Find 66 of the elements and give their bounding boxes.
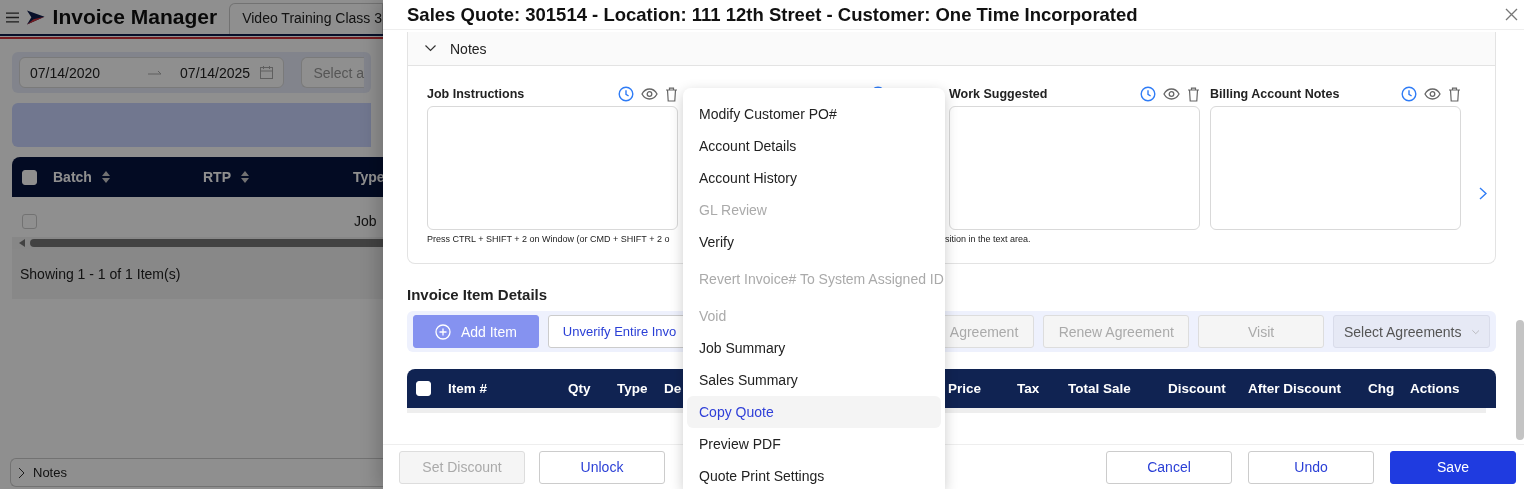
menu-item[interactable]: Modify Customer PO#: [687, 98, 941, 130]
column-header: After Discount: [1248, 381, 1341, 396]
scroll-left-icon[interactable]: [19, 239, 25, 247]
eye-icon[interactable]: [1163, 88, 1180, 100]
scrollbar[interactable]: [1516, 320, 1524, 440]
scrollbar[interactable]: [12, 237, 383, 249]
field-label: Work Suggested: [949, 87, 1048, 101]
column-header: Discount: [1168, 381, 1226, 396]
calendar-icon[interactable]: [260, 66, 274, 79]
column-header[interactable]: Batch: [53, 169, 92, 185]
clock-icon[interactable]: [1140, 86, 1156, 102]
footer-button[interactable]: Unlock: [539, 450, 665, 484]
clock-icon[interactable]: [1401, 86, 1417, 102]
chevron-down-icon: [1471, 328, 1479, 335]
plus-icon: [434, 323, 451, 340]
menu-item[interactable]: Account Details: [687, 130, 941, 162]
sort-icon[interactable]: [101, 171, 110, 183]
field-label: Billing Account Notes: [1210, 87, 1340, 101]
sort-icon[interactable]: [241, 171, 249, 183]
column-header: Chg: [1368, 381, 1395, 396]
menu-item[interactable]: Account History: [687, 162, 941, 194]
column-header: Type: [617, 381, 648, 396]
menu-item[interactable]: Preview PDF: [687, 428, 941, 460]
table-cell: Job: [353, 213, 377, 229]
trash-icon[interactable]: [1448, 86, 1461, 102]
menu-item[interactable]: Copy Quote: [687, 396, 941, 428]
trash-icon[interactable]: [1187, 86, 1200, 102]
column-header: Tax: [1017, 381, 1040, 396]
footer-button[interactable]: Cancel: [1106, 450, 1232, 484]
chevron-right-icon[interactable]: [1479, 186, 1487, 200]
footer-button[interactable]: Save: [1390, 450, 1516, 484]
field-label: Job Instructions: [427, 87, 525, 101]
column-header: Price: [948, 381, 982, 396]
eye-icon[interactable]: [1424, 88, 1441, 100]
footer-button[interactable]: Undo: [1248, 450, 1374, 484]
date-range-field[interactable]: 07/14/2020 07/14/2025: [19, 57, 285, 88]
checkbox[interactable]: [22, 213, 37, 229]
close-icon[interactable]: [1505, 8, 1518, 21]
section-title: Invoice Item Details: [407, 286, 549, 305]
select-dropdown[interactable]: Select Agreements: [1333, 315, 1490, 348]
column-header: Total Sale: [1068, 381, 1131, 396]
section-title: Notes: [450, 40, 487, 57]
eye-icon[interactable]: [641, 88, 658, 100]
end-date: 07/14/2025: [180, 64, 251, 81]
menu-item[interactable]: Sales Summary: [687, 364, 941, 396]
notes-field[interactable]: [1210, 106, 1461, 230]
menu-icon[interactable]: [6, 9, 20, 25]
column-header[interactable]: RTP: [203, 169, 231, 185]
hint-text: Press CTRL + SHIFT + 2 on Window (or CMD + SHIFT + 2 o: [427, 234, 671, 244]
menu-item[interactable]: Quote Print Settings: [687, 460, 941, 489]
notes-bar[interactable]: Notes: [10, 458, 383, 487]
column-header: Actions: [1410, 381, 1460, 396]
pagination-text: Showing 1 - 1 of 1 Item(s): [12, 249, 383, 299]
notes-field[interactable]: [949, 106, 1200, 230]
start-date: 07/14/2020: [30, 64, 101, 81]
chevron-down-icon[interactable]: [425, 45, 436, 52]
trash-icon[interactable]: [665, 86, 678, 102]
hint-text: sition in the text area.: [945, 234, 1032, 244]
notes-field[interactable]: [427, 106, 678, 230]
clock-icon[interactable]: [618, 86, 634, 102]
menu-item[interactable]: Verify: [687, 226, 941, 258]
column-header: Item #: [448, 381, 488, 396]
column-header: Qty: [568, 381, 591, 396]
dialog-title: Sales Quote: 301514 - Location: 111 12th Street - Customer: One Time Incorporated: [407, 3, 1138, 26]
app-title: Invoice Manager: [52, 5, 218, 29]
column-header: De: [664, 381, 682, 396]
